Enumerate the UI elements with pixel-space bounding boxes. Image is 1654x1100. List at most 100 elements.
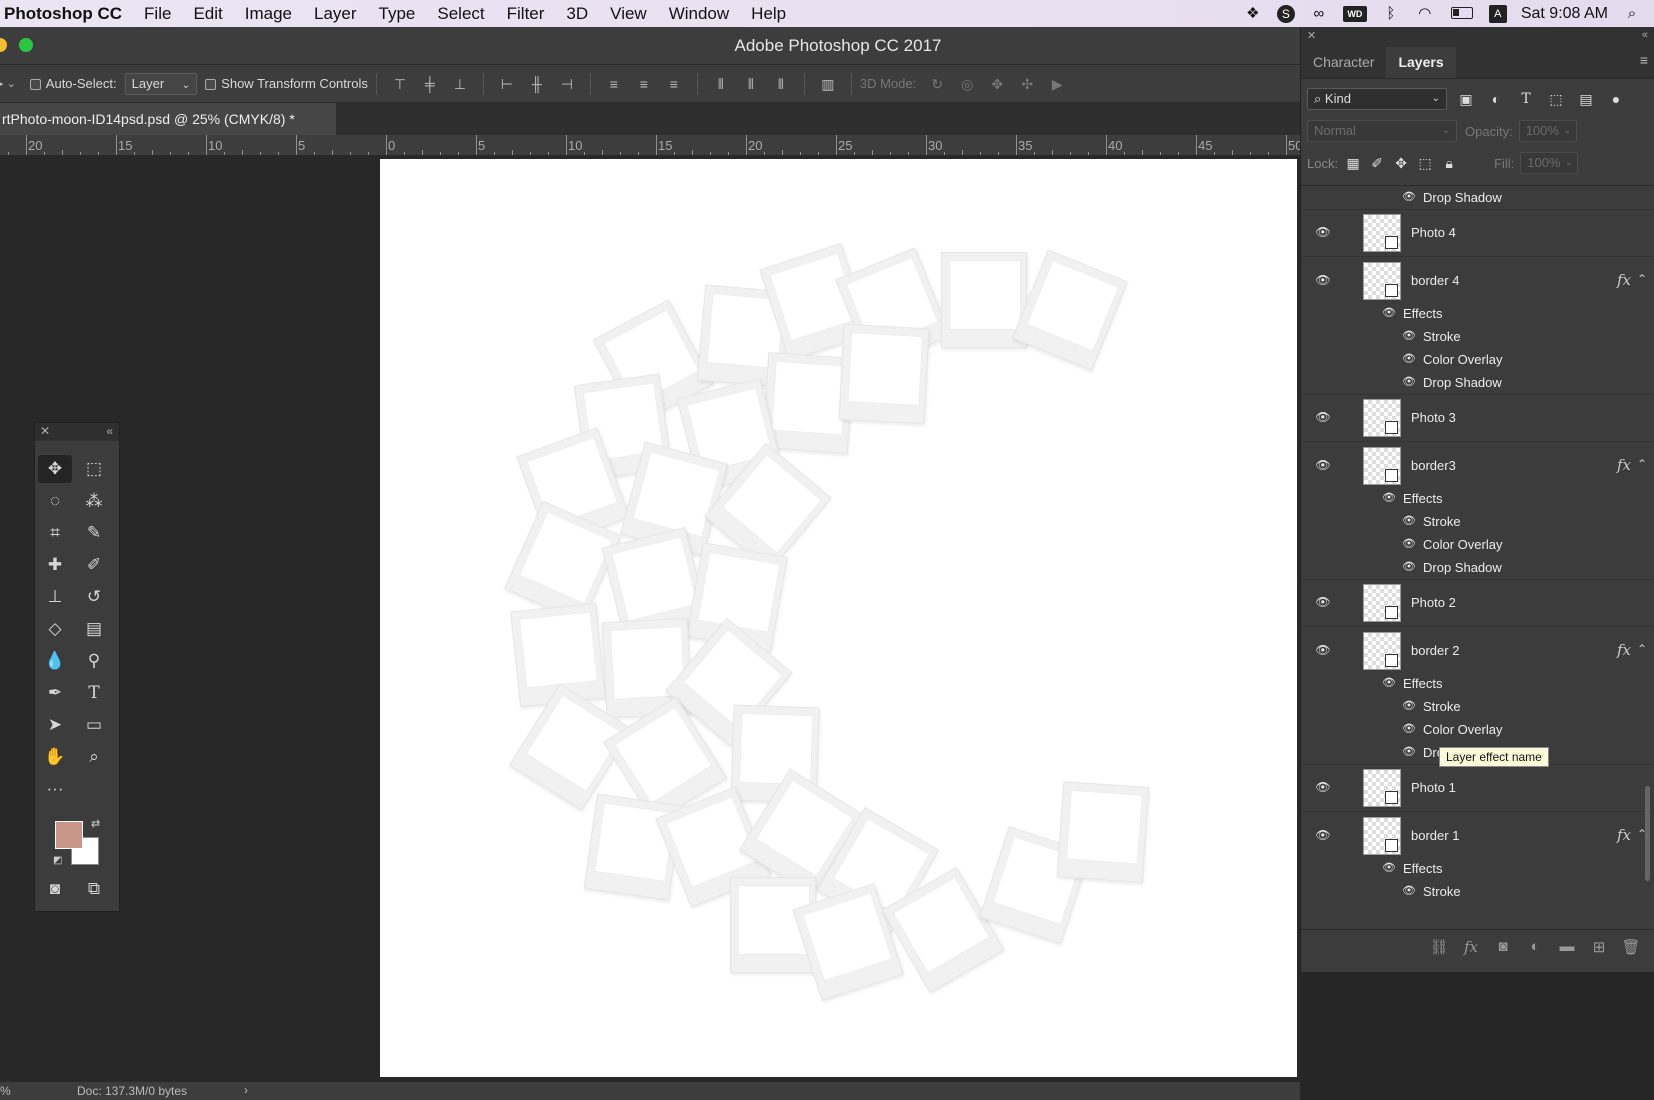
layer-row[interactable]: 👁︎ Photo 3 xyxy=(1301,395,1654,442)
new-layer-icon[interactable]: ⊞ xyxy=(1589,938,1609,956)
eye-icon[interactable]: 👁︎ xyxy=(1401,884,1417,898)
quick-mask-icon[interactable]: ◙ xyxy=(38,875,72,903)
magic-wand-tool-icon[interactable]: ⁂ xyxy=(77,487,111,515)
auto-select-checkbox-box[interactable] xyxy=(29,79,41,91)
eye-icon[interactable]: 👁︎ xyxy=(1313,643,1333,659)
fx-icon[interactable]: fx xyxy=(1617,271,1631,289)
layer-row[interactable]: 👁︎ Photo 4 xyxy=(1301,210,1654,257)
layer-effect-row[interactable]: 👁︎ Color Overlay xyxy=(1301,533,1654,556)
eye-icon[interactable]: 👁︎ xyxy=(1401,560,1417,574)
tab-character[interactable]: Character xyxy=(1301,46,1386,78)
bluetooth-icon[interactable]: ᛒ xyxy=(1381,5,1401,22)
auto-select-dropdown[interactable]: Layer ⌄ xyxy=(124,72,198,95)
rectangle-tool-icon[interactable]: ▭ xyxy=(77,711,111,739)
show-transform-checkbox-box[interactable] xyxy=(205,79,217,91)
eye-icon[interactable]: 👁︎ xyxy=(1401,190,1417,204)
panel-menu-icon[interactable]: ≡ xyxy=(1640,52,1648,68)
fx-icon[interactable]: fx xyxy=(1617,826,1631,844)
effects-group-row[interactable]: 👁︎ Effects xyxy=(1301,672,1654,695)
layer-name[interactable]: border3 xyxy=(1411,458,1456,473)
layers-scrollbar[interactable] xyxy=(1645,786,1650,881)
distribute-vertical-center-icon[interactable]: ≡ xyxy=(632,74,656,94)
menu-help[interactable]: Help xyxy=(751,4,786,24)
effects-group-row[interactable]: 👁︎ Effects xyxy=(1301,857,1654,880)
opacity-field[interactable]: 100% ⌄ xyxy=(1518,120,1577,142)
add-layer-mask-icon[interactable]: ◙ xyxy=(1493,938,1513,955)
blur-tool-icon[interactable]: 💧 xyxy=(38,647,72,675)
layer-name[interactable]: border 2 xyxy=(1411,643,1459,658)
battery-icon[interactable] xyxy=(1449,6,1475,22)
shape-layer-filter-icon[interactable]: ⬚ xyxy=(1545,91,1567,108)
auto-select-checkbox[interactable]: Auto-Select: xyxy=(29,76,117,91)
layer-effect-row[interactable]: 👁︎ Stroke xyxy=(1301,510,1654,533)
layer-effect-row[interactable]: 👁︎ Drop Shadow xyxy=(1301,186,1654,209)
menu-filter[interactable]: Filter xyxy=(507,4,545,24)
lasso-tool-icon[interactable]: ◌ xyxy=(38,487,72,515)
distribute-left-icon[interactable]: ⫴ xyxy=(709,74,733,94)
fx-icon[interactable]: fx xyxy=(1617,641,1631,659)
menu-3d[interactable]: 3D xyxy=(566,4,588,24)
auto-align-layers-icon[interactable]: ▥ xyxy=(816,74,840,94)
clone-stamp-tool-icon[interactable]: ⊥ xyxy=(38,583,72,611)
align-bottom-icon[interactable]: ⊥ xyxy=(448,74,472,94)
eye-icon[interactable]: 👁︎ xyxy=(1401,514,1417,528)
eyedropper-tool-icon[interactable]: ✎ xyxy=(77,519,111,547)
align-horizontal-center-icon[interactable]: ╫ xyxy=(525,74,549,94)
adjustment-layer-filter-icon[interactable]: ◐ xyxy=(1485,91,1507,107)
move-tool-icon[interactable]: ✥ xyxy=(38,455,72,483)
dodge-tool-icon[interactable]: ⚲ xyxy=(77,647,111,675)
wifi-icon[interactable]: ◠ xyxy=(1415,5,1435,22)
foreground-color-swatch[interactable] xyxy=(55,821,83,849)
eye-icon[interactable]: 👁︎ xyxy=(1313,595,1333,611)
document-tab[interactable]: rtPhoto-moon-ID14psd.psd @ 25% (CMYK/8) … xyxy=(0,103,336,135)
menu-edit[interactable]: Edit xyxy=(193,4,222,24)
type-tool-icon[interactable]: T xyxy=(77,679,111,707)
eraser-tool-icon[interactable]: ◇ xyxy=(38,615,72,643)
eye-icon[interactable]: 👁︎ xyxy=(1313,828,1333,844)
history-brush-tool-icon[interactable]: ↺ xyxy=(77,583,111,611)
roll-3d-icon[interactable]: ◎ xyxy=(955,74,979,94)
eye-icon[interactable]: 👁︎ xyxy=(1401,375,1417,389)
menu-layer[interactable]: Layer xyxy=(314,4,357,24)
zoom-level[interactable]: % xyxy=(0,1084,11,1098)
eye-icon[interactable]: 👁︎ xyxy=(1381,676,1397,690)
healing-brush-tool-icon[interactable]: ✚ xyxy=(38,551,72,579)
tool-preset-picker[interactable]: ▸ ⌄ xyxy=(0,77,16,90)
show-transform-controls-checkbox[interactable]: Show Transform Controls xyxy=(205,76,368,91)
layer-effect-row[interactable]: 👁︎ Stroke xyxy=(1301,325,1654,348)
eye-icon[interactable]: 👁︎ xyxy=(1313,225,1333,241)
document-canvas[interactable] xyxy=(380,159,1297,1077)
layer-effect-row[interactable]: 👁︎ Color Overlay xyxy=(1301,348,1654,371)
gradient-tool-icon[interactable]: ▤ xyxy=(77,615,111,643)
layer-row[interactable]: 👁︎ Photo 1 xyxy=(1301,765,1654,812)
screen-mode-icon[interactable]: ⧉ xyxy=(77,875,111,903)
lock-all-icon[interactable]: 🔒︎ xyxy=(1438,155,1460,172)
new-group-icon[interactable]: ▬ xyxy=(1557,938,1577,955)
layer-name[interactable]: border 4 xyxy=(1411,273,1459,288)
layer-name[interactable]: Photo 4 xyxy=(1411,225,1456,240)
pen-tool-icon[interactable]: ✒ xyxy=(38,679,72,707)
eye-icon[interactable]: 👁︎ xyxy=(1401,699,1417,713)
delete-layer-icon[interactable]: 🗑︎ xyxy=(1621,938,1641,956)
eye-icon[interactable]: 👁︎ xyxy=(1381,491,1397,505)
fill-field[interactable]: 100% ⌄ xyxy=(1520,152,1579,174)
eye-icon[interactable]: 👁︎ xyxy=(1381,306,1397,320)
pan-3d-icon[interactable]: ✥ xyxy=(985,74,1009,94)
distribute-top-icon[interactable]: ≡ xyxy=(602,74,626,94)
eye-icon[interactable]: 👁︎ xyxy=(1313,780,1333,796)
layer-row[interactable]: 👁︎ border 1 fx ⌃ xyxy=(1301,812,1654,859)
layer-name[interactable]: Photo 3 xyxy=(1411,410,1456,425)
filter-toggle-icon[interactable]: ● xyxy=(1605,91,1627,107)
collapse-icon[interactable]: « xyxy=(1642,29,1648,41)
eye-icon[interactable]: 👁︎ xyxy=(1313,410,1333,426)
lock-position-icon[interactable]: ✥ xyxy=(1390,155,1412,172)
eye-icon[interactable]: 👁︎ xyxy=(1401,722,1417,736)
layer-name[interactable]: border 1 xyxy=(1411,828,1459,843)
eye-icon[interactable]: 👁︎ xyxy=(1313,273,1333,289)
creative-cloud-icon[interactable]: ∞ xyxy=(1309,5,1329,22)
layer-row[interactable]: 👁︎ border 2 fx ⌃ xyxy=(1301,627,1654,674)
close-icon[interactable]: ✕ xyxy=(1307,29,1316,42)
eye-icon[interactable]: 👁︎ xyxy=(1313,458,1333,474)
orbit-3d-icon[interactable]: ↻ xyxy=(925,74,949,94)
layer-row[interactable]: 👁︎ border3 fx ⌃ xyxy=(1301,442,1654,489)
